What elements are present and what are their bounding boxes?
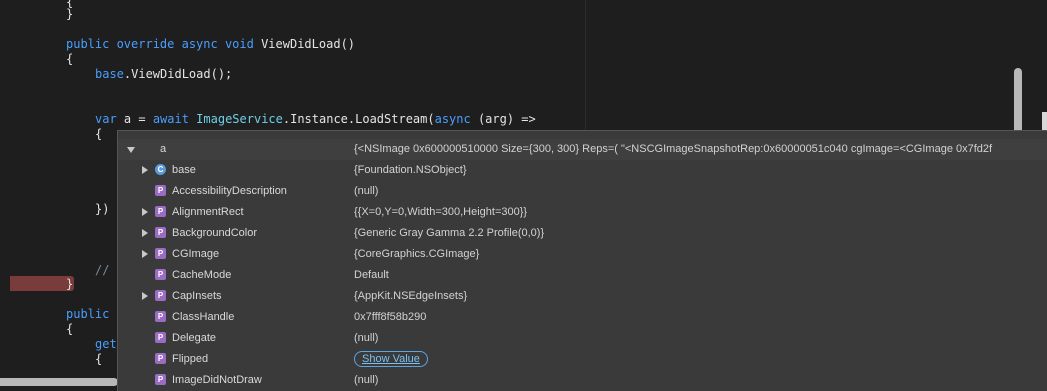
datatip-member-row[interactable]: P AlignmentRect {{X=0,Y=0,Width=300,Height… [118, 202, 1047, 223]
collapse-triangle-icon[interactable] [127, 147, 135, 153]
property-icon: P [155, 185, 166, 196]
property-icon: P [155, 269, 166, 280]
horizontal-scrollbar[interactable] [0, 378, 118, 386]
code-line: } [66, 277, 74, 291]
datatip-member-row[interactable]: Cbase {Foundation.NSObject} [118, 160, 1047, 181]
datatip-member-row[interactable]: P CGImage {CoreGraphics.CGImage} [118, 244, 1047, 265]
code-line: { [66, 52, 74, 66]
datatip-member-row[interactable]: P AccessibilityDescription (null) [118, 181, 1047, 202]
show-value-button[interactable]: Show Value [354, 351, 428, 367]
member-name: base [172, 164, 196, 176]
member-name: CacheMode [172, 269, 232, 281]
member-value: {CoreGraphics.CGImage} [354, 248, 480, 260]
code-line: { [95, 127, 103, 141]
member-value: Default [354, 269, 389, 281]
member-name: Delegate [172, 332, 217, 344]
member-name: BackgroundColor [172, 227, 257, 239]
member-name: CapInsets [172, 290, 222, 302]
expand-triangle-icon[interactable] [142, 250, 148, 258]
code-comment: // [95, 263, 117, 277]
member-name: CGImage [172, 248, 220, 260]
datatip-member-row[interactable]: P CapInsets {AppKit.NSEdgeInsets} [118, 286, 1047, 307]
property-icon: P [155, 206, 166, 217]
property-icon: P [155, 290, 166, 301]
member-name: AccessibilityDescription [172, 185, 287, 197]
property-icon: P [155, 374, 166, 385]
code-line: { [95, 352, 103, 366]
code-line: { [66, 322, 74, 336]
variable-value: {<NSImage 0x600000510000 Size={300, 300}… [354, 143, 993, 155]
datatip-member-row[interactable]: P ClassHandle 0x7fff8f58b290 [118, 307, 1047, 328]
datatip-member-row[interactable]: P BackgroundColor {Generic Gray Gamma 2.2 … [118, 223, 1047, 244]
datatip-member-row[interactable]: P CacheMode Default [118, 265, 1047, 286]
code-line: public override async void ViewDidLoad() [66, 37, 356, 51]
variable-name: a [160, 143, 167, 155]
code-line: public [66, 307, 117, 321]
member-value: {Foundation.NSObject} [354, 164, 467, 176]
datatip-member-row[interactable]: P ImageDidNotDraw (null) [118, 370, 1047, 391]
property-icon: P [155, 353, 166, 364]
breakpoint-marker[interactable] [10, 276, 74, 291]
member-value: {AppKit.NSEdgeInsets} [354, 290, 468, 302]
member-name: Flipped [172, 353, 209, 365]
member-value: (null) [354, 185, 379, 197]
code-line: }) [95, 202, 110, 216]
class-icon: C [155, 164, 166, 175]
code-line: } [66, 7, 74, 21]
property-icon: P [155, 248, 166, 259]
member-name: ClassHandle [172, 311, 235, 323]
datatip-member-row[interactable]: P Flipped Show Value [118, 349, 1047, 370]
member-name: ImageDidNotDraw [172, 374, 262, 386]
member-value: (null) [354, 332, 379, 344]
member-name: AlignmentRect [172, 206, 244, 218]
property-icon: P [155, 311, 166, 322]
expand-triangle-icon[interactable] [142, 292, 148, 300]
code-line: var a = await ImageService.Instance.Load… [95, 112, 536, 126]
expand-triangle-icon[interactable] [142, 166, 148, 174]
member-value: 0x7fff8f58b290 [354, 311, 427, 323]
property-icon: P [155, 227, 166, 238]
datatip-member-row[interactable]: P Delegate (null) [118, 328, 1047, 349]
member-value: (null) [354, 374, 379, 386]
code-line: base.ViewDidLoad(); [95, 67, 233, 81]
datatip-root-row[interactable]: a {<NSImage 0x600000510000 Size={300, 30… [118, 139, 1047, 160]
expand-triangle-icon[interactable] [142, 229, 148, 237]
member-value: {Generic Gray Gamma 2.2 Profile(0,0)} [354, 227, 545, 239]
code-line: get [95, 337, 117, 351]
debugger-datatip[interactable]: a {<NSImage 0x600000510000 Size={300, 30… [117, 130, 1047, 391]
expand-triangle-icon[interactable] [142, 208, 148, 216]
member-value: {{X=0,Y=0,Width=300,Height=300}} [354, 206, 528, 218]
property-icon: P [155, 332, 166, 343]
overview-ruler-marker [1042, 112, 1047, 130]
